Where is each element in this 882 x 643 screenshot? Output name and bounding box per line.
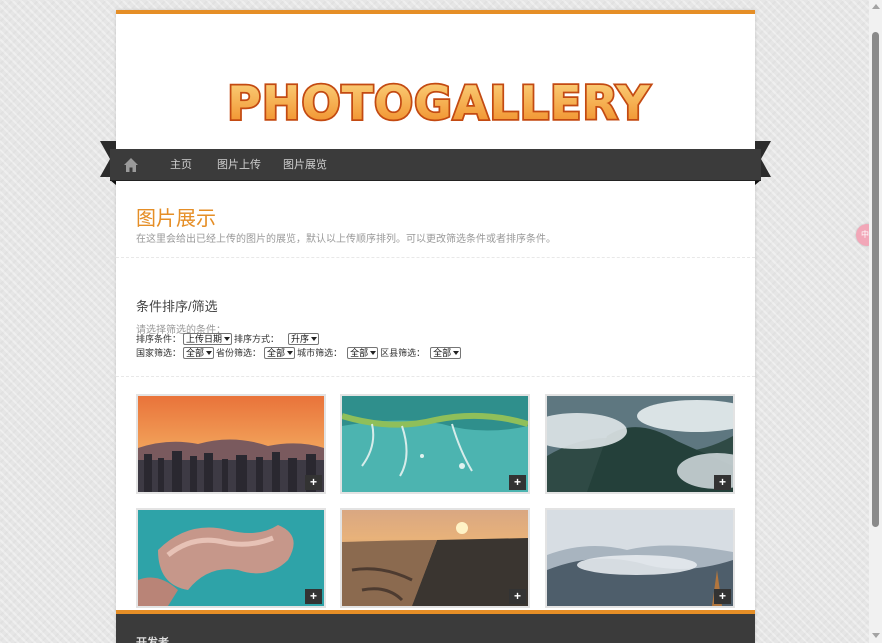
scrollbar-thumb[interactable]: [872, 32, 879, 527]
gallery-thumbnail[interactable]: +: [136, 394, 326, 494]
aerial-wetland-photo: [342, 396, 528, 492]
page-description: 在这里会给出已经上传的图片的展览，默认以上传顺序排列。可以更改筛选条件或者排序条…: [136, 234, 556, 245]
logo-text: PHOTOGALLERY: [227, 76, 650, 130]
gallery-thumbnail[interactable]: +: [545, 508, 735, 608]
main-nav: 主页 图片上传 图片展览: [110, 149, 761, 181]
expand-button[interactable]: +: [305, 589, 322, 604]
foggy-mountains-photo: [547, 510, 733, 606]
sort-order-select[interactable]: 升序: [288, 332, 320, 345]
chevron-down-icon: [224, 336, 231, 341]
site-header: PHOTOGALLERY: [116, 14, 755, 149]
expand-button[interactable]: +: [305, 475, 322, 490]
region-filter-row: 国家筛选： 全部 省份筛选： 全部 城市筛选： 全部 区县筛选： 全部: [136, 346, 463, 359]
coastal-sunset-photo: [342, 510, 528, 606]
sort-row: 排序条件： 上传日期 排序方式： 升序: [136, 332, 321, 345]
expand-button[interactable]: +: [714, 475, 731, 490]
filter-section-title: 条件排序/筛选: [136, 299, 218, 314]
divider: [116, 376, 755, 377]
divider: [116, 257, 755, 258]
expand-button[interactable]: +: [714, 589, 731, 604]
nav-item-home[interactable]: 主页: [170, 149, 192, 181]
chevron-down-icon: [287, 350, 294, 355]
city-label: 城市筛选：: [297, 348, 343, 358]
sort-by-label: 排序条件：: [136, 334, 182, 344]
gallery-thumbnail[interactable]: +: [340, 508, 530, 608]
sort-by-select[interactable]: 上传日期: [183, 332, 233, 345]
city-select[interactable]: 全部: [347, 346, 379, 359]
page-title: 图片展示: [136, 208, 216, 230]
home-icon[interactable]: [123, 157, 139, 173]
sunset-city-photo: [138, 396, 324, 492]
misty-forest-photo: [547, 396, 733, 492]
chevron-down-icon: [311, 336, 318, 341]
province-label: 省份筛选：: [216, 348, 262, 358]
chevron-down-icon: [370, 350, 377, 355]
gallery-thumbnail[interactable]: +: [545, 394, 735, 494]
photogallery-logo: PHOTOGALLERY: [226, 74, 652, 132]
gallery-thumbnail[interactable]: +: [340, 394, 530, 494]
scroll-down-arrow-icon[interactable]: [872, 633, 880, 638]
footer: 开发者: [116, 610, 755, 643]
expand-button[interactable]: +: [509, 475, 526, 490]
chevron-down-icon: [206, 350, 213, 355]
vertical-scrollbar[interactable]: [869, 0, 882, 643]
scroll-up-arrow-icon[interactable]: [872, 4, 880, 9]
district-label: 区县筛选：: [380, 348, 426, 358]
aerial-island-photo: [138, 510, 324, 606]
country-select[interactable]: 全部: [183, 346, 215, 359]
chevron-down-icon: [453, 350, 460, 355]
gallery-thumbnail[interactable]: +: [136, 508, 326, 608]
province-select[interactable]: 全部: [264, 346, 296, 359]
sort-order-label: 排序方式：: [234, 334, 280, 344]
country-label: 国家筛选：: [136, 348, 182, 358]
expand-button[interactable]: +: [509, 589, 526, 604]
nav-item-upload[interactable]: 图片上传: [217, 149, 261, 181]
nav-item-gallery[interactable]: 图片展览: [283, 149, 327, 181]
footer-title: 开发者: [136, 637, 169, 643]
district-select[interactable]: 全部: [430, 346, 462, 359]
